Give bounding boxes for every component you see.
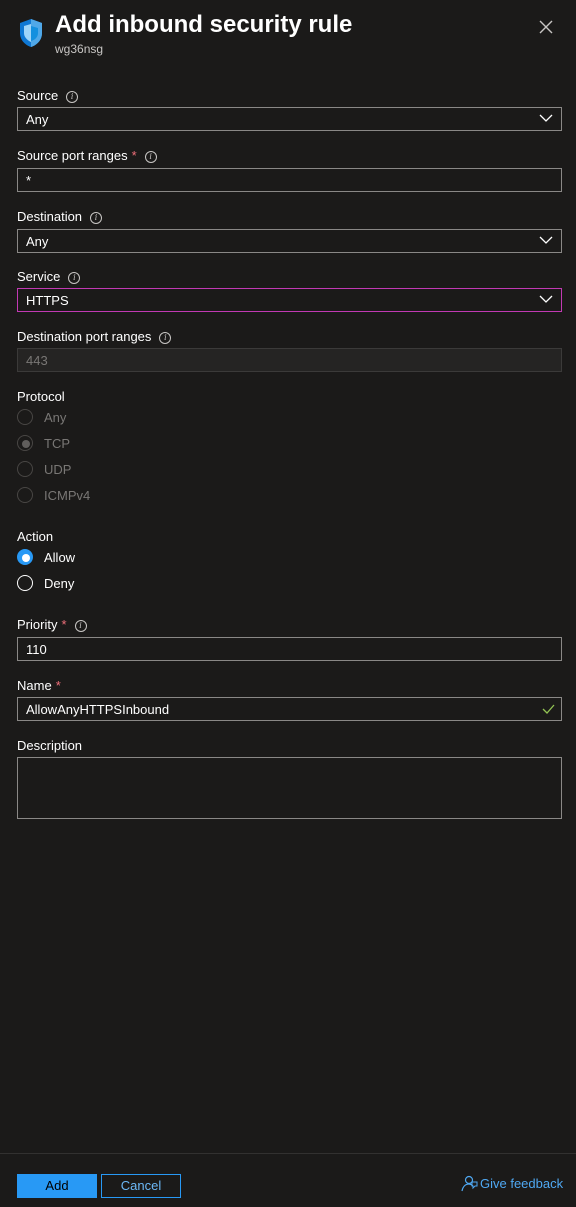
service-label: Service i: [17, 269, 81, 284]
action-option-label[interactable]: Deny: [44, 576, 74, 591]
footer-divider: [0, 1153, 576, 1154]
service-label-text: Service: [17, 269, 61, 284]
radio-circle: [17, 409, 33, 425]
info-icon[interactable]: i: [66, 91, 79, 103]
info-icon[interactable]: i: [74, 620, 87, 632]
radio-circle[interactable]: [17, 549, 33, 565]
source-label-text: Source: [17, 88, 59, 103]
feedback-icon: [461, 1175, 478, 1192]
name-value: AllowAnyHTTPSInbound: [26, 702, 170, 717]
source-value: Any: [26, 112, 49, 127]
action-option-label[interactable]: Allow: [44, 550, 75, 565]
info-icon[interactable]: i: [159, 332, 172, 344]
shield-icon: [20, 19, 42, 47]
required-marker: *: [61, 617, 67, 632]
chevron-down-icon: [539, 236, 553, 244]
description-textarea[interactable]: [17, 757, 562, 819]
description-label: Description: [17, 738, 83, 753]
source-label: Source i: [17, 88, 79, 103]
required-marker: *: [55, 678, 61, 693]
name-input[interactable]: AllowAnyHTTPSInbound: [17, 697, 562, 721]
close-icon[interactable]: [536, 17, 556, 37]
source-port-input[interactable]: *: [17, 168, 562, 192]
checkmark-icon: [542, 704, 555, 714]
radio-circle: [17, 487, 33, 503]
destination-label: Destination i: [17, 209, 103, 224]
protocol-option-label: TCP: [44, 436, 70, 451]
service-dropdown[interactable]: HTTPS: [17, 288, 562, 312]
info-icon[interactable]: i: [144, 151, 157, 163]
page-subtitle: wg36nsg: [55, 42, 104, 56]
add-button[interactable]: Add: [17, 1174, 97, 1198]
destination-port-label: Destination port ranges i: [17, 329, 172, 344]
destination-value: Any: [26, 234, 49, 249]
required-marker: *: [131, 148, 137, 163]
service-value: HTTPS: [26, 293, 69, 308]
protocol-label: Protocol: [17, 389, 65, 404]
destination-port-value: 443: [26, 353, 48, 368]
name-label-text: Name: [17, 678, 52, 693]
priority-value: 110: [26, 642, 47, 657]
source-port-label-text: Source port ranges: [17, 148, 128, 163]
protocol-option-label: UDP: [44, 462, 72, 477]
destination-label-text: Destination: [17, 209, 83, 224]
protocol-option-label: Any: [44, 410, 67, 425]
source-port-label: Source port ranges * i: [17, 148, 157, 163]
destination-port-input: 443: [17, 348, 562, 372]
priority-input[interactable]: 110: [17, 637, 562, 661]
chevron-down-icon: [539, 114, 553, 122]
radio-circle: [17, 435, 33, 451]
page-title: Add inbound security rule: [55, 11, 353, 38]
action-label: Action: [17, 529, 54, 544]
panel-header: Add inbound security rule wg36nsg: [0, 0, 576, 60]
destination-dropdown[interactable]: Any: [17, 229, 562, 253]
radio-circle: [17, 461, 33, 477]
priority-label-text: Priority: [17, 617, 58, 632]
chevron-down-icon: [539, 295, 553, 303]
protocol-option-label: ICMPv4: [44, 488, 91, 503]
radio-circle[interactable]: [17, 575, 33, 591]
source-port-value: *: [26, 173, 32, 188]
destination-port-label-text: Destination port ranges: [17, 329, 152, 344]
info-icon[interactable]: i: [90, 212, 103, 224]
cancel-button[interactable]: Cancel: [101, 1174, 181, 1198]
name-label: Name *: [17, 678, 61, 693]
info-icon[interactable]: i: [68, 272, 81, 284]
give-feedback-label[interactable]: Give feedback: [480, 1176, 563, 1191]
priority-label: Priority * i: [17, 617, 87, 632]
source-dropdown[interactable]: Any: [17, 107, 562, 131]
